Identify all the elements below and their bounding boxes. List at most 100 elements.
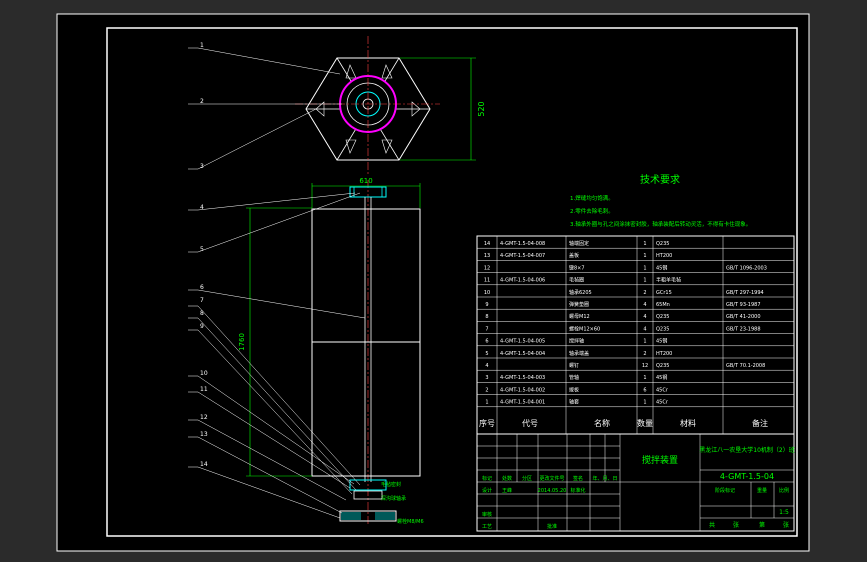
tb-label: 设计: [482, 487, 492, 494]
tb-sheet-label: 张: [783, 521, 789, 529]
bom-cell-std: GB/T 70.1-2008: [726, 363, 765, 369]
bom-cell-mat: Q235: [656, 241, 669, 247]
bom-cell-mat: Q235: [656, 314, 669, 320]
bom-cell-mat: Q235: [656, 363, 669, 369]
outer-frame: [56, 13, 810, 552]
bom-cell-mat: Q235: [656, 326, 669, 332]
bom-header-no: 序号: [479, 418, 495, 428]
bom-cell-name: 轴端固定: [569, 240, 589, 247]
tb-stage-label: 阶段标记: [715, 487, 735, 494]
base-hatch-left: [341, 512, 361, 520]
bom-cell-code: 4-GMT-1.5-04-007: [500, 253, 545, 259]
tb-label: 签名: [573, 475, 583, 482]
bom-cell-qty: 1: [643, 265, 646, 271]
bom-cell-qty: 1: [643, 375, 646, 381]
bom-cell-no: 1: [485, 400, 488, 406]
bom-cell-code: 4-GMT-1.5-04-003: [500, 375, 545, 381]
bom-cell-qty: 1: [643, 400, 646, 406]
tb-side-label: 审核: [482, 511, 492, 518]
bom-cell-qty: 2: [643, 290, 646, 296]
tb-sheet-label: 共: [709, 521, 715, 529]
bom-cell-qty: 12: [642, 363, 648, 369]
bottom-note-1: 毛毡密封: [381, 481, 401, 488]
tb-label: 更改文件号: [539, 475, 564, 482]
drawing-number: 4-GMT-1.5-04: [720, 472, 774, 481]
tb-side-label: 批准: [547, 523, 557, 530]
bom-cell-std: GB/T 41-2000: [726, 314, 761, 320]
dim-width: 610: [359, 177, 372, 185]
tb-label: 标记: [482, 475, 492, 482]
leader-label: 5: [200, 246, 204, 253]
drawing-sheet: 520 610 1760 毛毡密封 深沟球轴承 螺栓M8/M6 1 2 3 4 …: [0, 0, 867, 562]
bom-cell-mat: 65Mn: [656, 302, 670, 308]
bom-cell-name: 盖板: [569, 252, 579, 259]
bom-cell-no: 12: [484, 265, 490, 271]
bom-cell-name: 弹簧垫圈: [569, 301, 589, 308]
tech-item-3: 3.轴承外圈与孔之间涂抹密封胶，轴承装配后转动灵活，不得有卡住现象。: [570, 220, 751, 228]
leader-label: 14: [200, 461, 208, 468]
bom-header-mat: 材料: [680, 418, 696, 428]
tb-label: 王峰: [502, 487, 512, 494]
bom-cell-qty: 2: [643, 351, 646, 357]
dim-height-total: 1760: [238, 333, 246, 351]
bom-cell-qty: 6: [643, 387, 646, 393]
bom-cell-mat: 45Cr: [656, 400, 669, 406]
bom-cell-qty: 1: [643, 278, 646, 284]
leader-label: 7: [200, 297, 204, 304]
bom-cell-no: 9: [485, 302, 488, 308]
tech-item-2: 2.零件去除毛刺。: [570, 207, 614, 215]
bom-cell-mat: HT200: [656, 351, 672, 357]
leader-label: 6: [200, 284, 204, 291]
bom-cell-no: 10: [484, 290, 490, 296]
bom-cell-name: 键8×7: [569, 264, 585, 271]
bom-cell-qty: 1: [643, 253, 646, 259]
dim-height-top: 520: [477, 101, 486, 116]
bom-cell-code: 4-GMT-1.5-04-002: [500, 387, 545, 393]
bom-cell-qty: 4: [643, 302, 646, 308]
tb-side-label: 工艺: [482, 524, 492, 530]
bom-cell-name: 轴承6205: [569, 289, 592, 296]
drawing-name: 搅拌装置: [642, 454, 678, 466]
leader-label: 11: [200, 386, 208, 393]
bom-cell-std: GB/T 93-1987: [726, 302, 761, 308]
bom-header-qty: 数量: [637, 418, 653, 428]
leader-label: 4: [200, 204, 204, 211]
bottom-note-2: 深沟球轴承: [381, 495, 406, 502]
bom-cell-no: 6: [485, 339, 488, 345]
leader-label: 2: [200, 98, 204, 105]
bom-cell-mat: 半粗羊毛毡: [656, 277, 681, 284]
tb-scale: 1:5: [779, 509, 789, 516]
bom-cell-mat: 45钢: [656, 374, 667, 381]
tb-sheet-label: 第: [759, 521, 765, 529]
base-hatch-right: [375, 512, 395, 520]
leader-label: 9: [200, 323, 204, 330]
bom-header-name: 名称: [594, 418, 610, 428]
bom-cell-qty: 1: [643, 241, 646, 247]
bom-cell-name: 螺钉: [569, 362, 579, 369]
bom-cell-std: GB/T 297-1994: [726, 290, 764, 296]
bom-cell-no: 2: [485, 387, 488, 393]
bom-cell-name: 轴套: [569, 399, 579, 406]
bom-cell-mat: GCr15: [656, 290, 672, 296]
bom-cell-mat: 45钢: [656, 338, 667, 345]
leader-label: 13: [200, 431, 208, 438]
tb-sheet-label: 张: [733, 521, 739, 529]
tb-label: 标准化: [570, 487, 585, 494]
bom-cell-name: 毛毡圈: [569, 277, 584, 284]
bom-cell-no: 13: [484, 253, 490, 259]
bom-cell-no: 8: [485, 314, 488, 320]
tb-label: 年、月、日: [592, 475, 617, 482]
bom-cell-name: 螺母M12: [569, 313, 590, 320]
leader-label: 1: [200, 42, 204, 49]
bom-cell-qty: 1: [643, 339, 646, 345]
bom-cell-qty: 4: [643, 326, 646, 332]
tb-label: 处数: [502, 475, 512, 482]
leader-label: 10: [200, 370, 208, 377]
org-name: 黑龙江八一农垦大学10机制（2）班: [699, 446, 794, 454]
tech-title: 技术要求: [640, 173, 680, 186]
bom-cell-mat: HT200: [656, 253, 672, 259]
bom-cell-std: GB/T 1096-2003: [726, 265, 767, 271]
bom-cell-std: GB/T 23-1988: [726, 326, 761, 332]
leader-label: 12: [200, 414, 208, 421]
bom-header-code: 代号: [522, 418, 538, 428]
